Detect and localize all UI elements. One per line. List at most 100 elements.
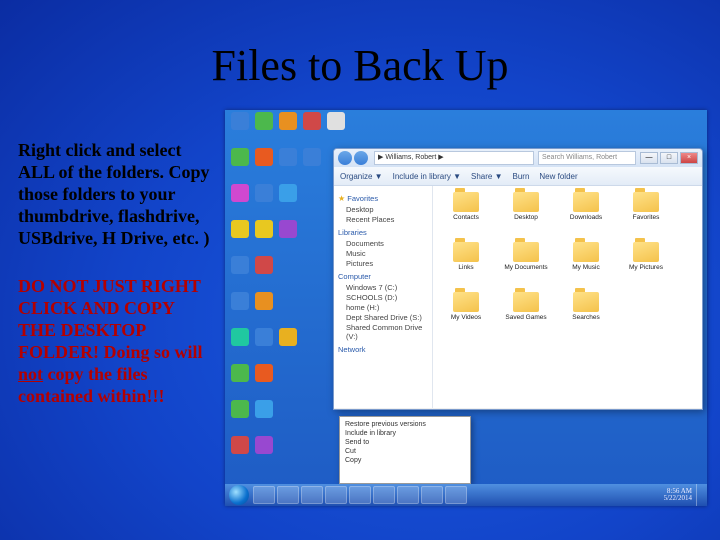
desktop-icon[interactable] [231, 400, 249, 418]
desktop-icon[interactable] [327, 112, 345, 130]
folder-icon [513, 192, 539, 212]
folder-label: My Music [572, 264, 599, 271]
desktop-icon[interactable] [279, 148, 297, 166]
desktop-icon[interactable] [279, 184, 297, 202]
desktop-icon[interactable] [255, 148, 273, 166]
folder-item[interactable]: My Videos [437, 292, 495, 338]
sb-s[interactable]: Dept Shared Drive (S:) [346, 313, 428, 322]
context-menu-item[interactable]: Copy [345, 456, 465, 465]
folder-item[interactable]: My Pictures [617, 242, 675, 288]
desktop-icons-area [225, 110, 331, 484]
desktop-icon[interactable] [231, 184, 249, 202]
warn-not: not [18, 364, 43, 384]
desktop-icon[interactable] [231, 328, 249, 346]
folder-item[interactable]: Saved Games [497, 292, 555, 338]
toolbar-newfolder[interactable]: New folder [539, 172, 577, 181]
folder-icon [633, 192, 659, 212]
folder-icon [513, 292, 539, 312]
desktop-icon[interactable] [231, 112, 249, 130]
folder-icon [573, 292, 599, 312]
sb-computer[interactable]: Computer [338, 272, 428, 281]
folder-item[interactable]: Contacts [437, 192, 495, 238]
taskbar-item[interactable] [445, 486, 467, 504]
show-desktop-button[interactable] [696, 484, 703, 506]
folder-item[interactable]: Desktop [497, 192, 555, 238]
taskbar-item[interactable] [421, 486, 443, 504]
explorer-body: ★ Favorites Desktop Recent Places Librar… [334, 186, 702, 408]
folder-item[interactable]: Links [437, 242, 495, 288]
folder-item[interactable]: Favorites [617, 192, 675, 238]
desktop-icon[interactable] [231, 292, 249, 310]
taskbar-item[interactable] [253, 486, 275, 504]
nav-back-button[interactable] [338, 151, 352, 165]
address-bar[interactable]: ▶ Williams, Robert ▶ [374, 151, 534, 165]
sb-documents[interactable]: Documents [346, 239, 428, 248]
context-menu-item[interactable]: Cut [345, 447, 465, 456]
system-tray: 8:56 AM 5/22/2014 [664, 484, 703, 506]
desktop-icon[interactable] [255, 256, 273, 274]
clock[interactable]: 8:56 AM 5/22/2014 [664, 488, 696, 503]
desktop-icon[interactable] [303, 148, 321, 166]
desktop-icon[interactable] [255, 112, 273, 130]
sb-music[interactable]: Music [346, 249, 428, 258]
explorer-sidebar: ★ Favorites Desktop Recent Places Librar… [334, 186, 433, 408]
minimize-button[interactable]: — [640, 152, 658, 164]
sb-pictures[interactable]: Pictures [346, 259, 428, 268]
desktop-icon[interactable] [231, 148, 249, 166]
desktop-icon[interactable] [231, 364, 249, 382]
toolbar-include[interactable]: Include in library ▼ [393, 172, 461, 181]
taskbar-item[interactable] [277, 486, 299, 504]
desktop-icon[interactable] [231, 256, 249, 274]
toolbar-share[interactable]: Share ▼ [471, 172, 503, 181]
desktop-icon[interactable] [255, 220, 273, 238]
folder-label: Links [458, 264, 473, 271]
sb-desktop[interactable]: Desktop [346, 205, 428, 214]
sb-recent[interactable]: Recent Places [346, 215, 428, 224]
sb-libraries[interactable]: Libraries [338, 228, 428, 237]
sb-h-drive[interactable]: home (H:) [346, 303, 428, 312]
folder-label: Searches [572, 314, 599, 321]
desktop-icon[interactable] [279, 328, 297, 346]
desktop-icon[interactable] [255, 184, 273, 202]
star-icon: ★ [338, 194, 345, 203]
taskbar-item[interactable] [373, 486, 395, 504]
desktop-icon[interactable] [303, 112, 321, 130]
sb-c[interactable]: Windows 7 (C:) [346, 283, 428, 292]
desktop-icon[interactable] [255, 328, 273, 346]
desktop-icon[interactable] [255, 436, 273, 454]
sb-v[interactable]: Shared Common Drive (V:) [346, 323, 428, 341]
context-menu-item[interactable]: Send to [345, 438, 465, 447]
taskbar-item[interactable] [301, 486, 323, 504]
close-button[interactable]: × [680, 152, 698, 164]
folder-icon [453, 192, 479, 212]
maximize-button[interactable]: □ [660, 152, 678, 164]
search-box[interactable]: Search Williams, Robert [538, 151, 636, 165]
instruction-paragraph-1: Right click and select ALL of the folder… [18, 140, 216, 250]
folder-icon [513, 242, 539, 262]
context-menu-item[interactable]: Include in library [345, 429, 465, 438]
context-menu-item[interactable]: Restore previous versions [345, 420, 465, 429]
desktop-icon[interactable] [255, 364, 273, 382]
desktop-icon[interactable] [231, 436, 249, 454]
folder-icon [573, 192, 599, 212]
nav-forward-button[interactable] [354, 151, 368, 165]
sb-favorites[interactable]: Favorites [347, 194, 378, 203]
folder-item[interactable]: Searches [557, 292, 615, 338]
folder-item[interactable]: Downloads [557, 192, 615, 238]
start-orb[interactable] [229, 485, 249, 505]
toolbar-organize[interactable]: Organize ▼ [340, 172, 383, 181]
desktop-icon[interactable] [231, 220, 249, 238]
desktop-icon[interactable] [255, 400, 273, 418]
toolbar-burn[interactable]: Burn [513, 172, 530, 181]
folder-item[interactable]: My Documents [497, 242, 555, 288]
desktop-icon[interactable] [279, 220, 297, 238]
sb-network[interactable]: Network [338, 345, 428, 354]
window-buttons: — □ × [640, 152, 698, 164]
sb-d[interactable]: SCHOOLS (D:) [346, 293, 428, 302]
desktop-icon[interactable] [255, 292, 273, 310]
taskbar-item[interactable] [325, 486, 347, 504]
folder-item[interactable]: My Music [557, 242, 615, 288]
desktop-icon[interactable] [279, 112, 297, 130]
taskbar-item[interactable] [397, 486, 419, 504]
taskbar-item[interactable] [349, 486, 371, 504]
